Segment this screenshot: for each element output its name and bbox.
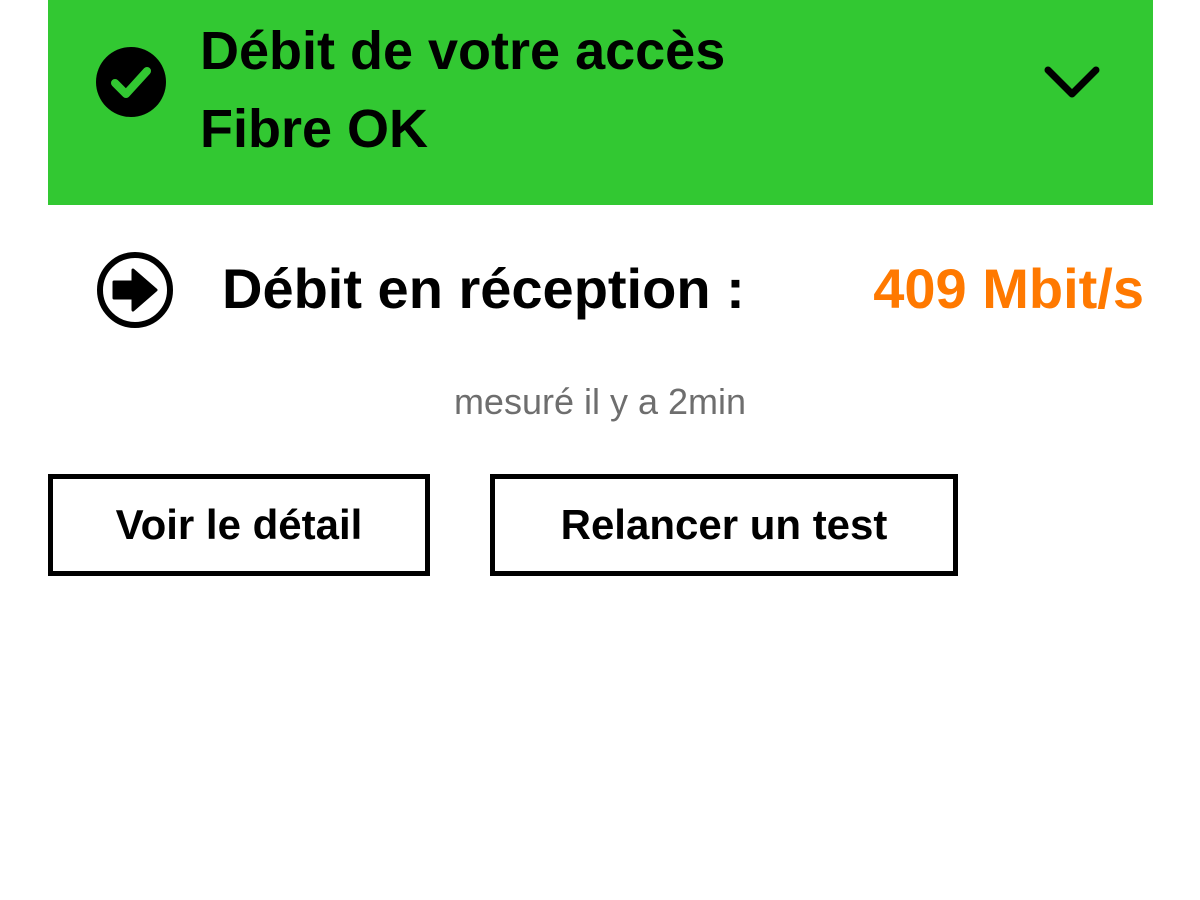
view-detail-button[interactable]: Voir le détail [48, 474, 430, 576]
status-title-line2: Fibre OK [200, 99, 429, 159]
status-title-line1: Débit de votre accès [200, 21, 726, 81]
status-title: Débit de votre accès Fibre OK [200, 12, 725, 168]
arrow-right-circle-icon [97, 252, 173, 328]
download-speed-value: 409 Mbit/s [873, 257, 1144, 320]
speedtest-page: Débit de votre accès Fibre OK Débit en r… [0, 0, 1200, 900]
restart-test-button[interactable]: Relancer un test [490, 474, 958, 576]
download-speed-label: Débit en réception : [222, 257, 745, 320]
measured-time: mesuré il y a 2min [453, 381, 747, 422]
check-circle-icon [96, 47, 166, 117]
chevron-down-icon[interactable] [1040, 60, 1104, 104]
